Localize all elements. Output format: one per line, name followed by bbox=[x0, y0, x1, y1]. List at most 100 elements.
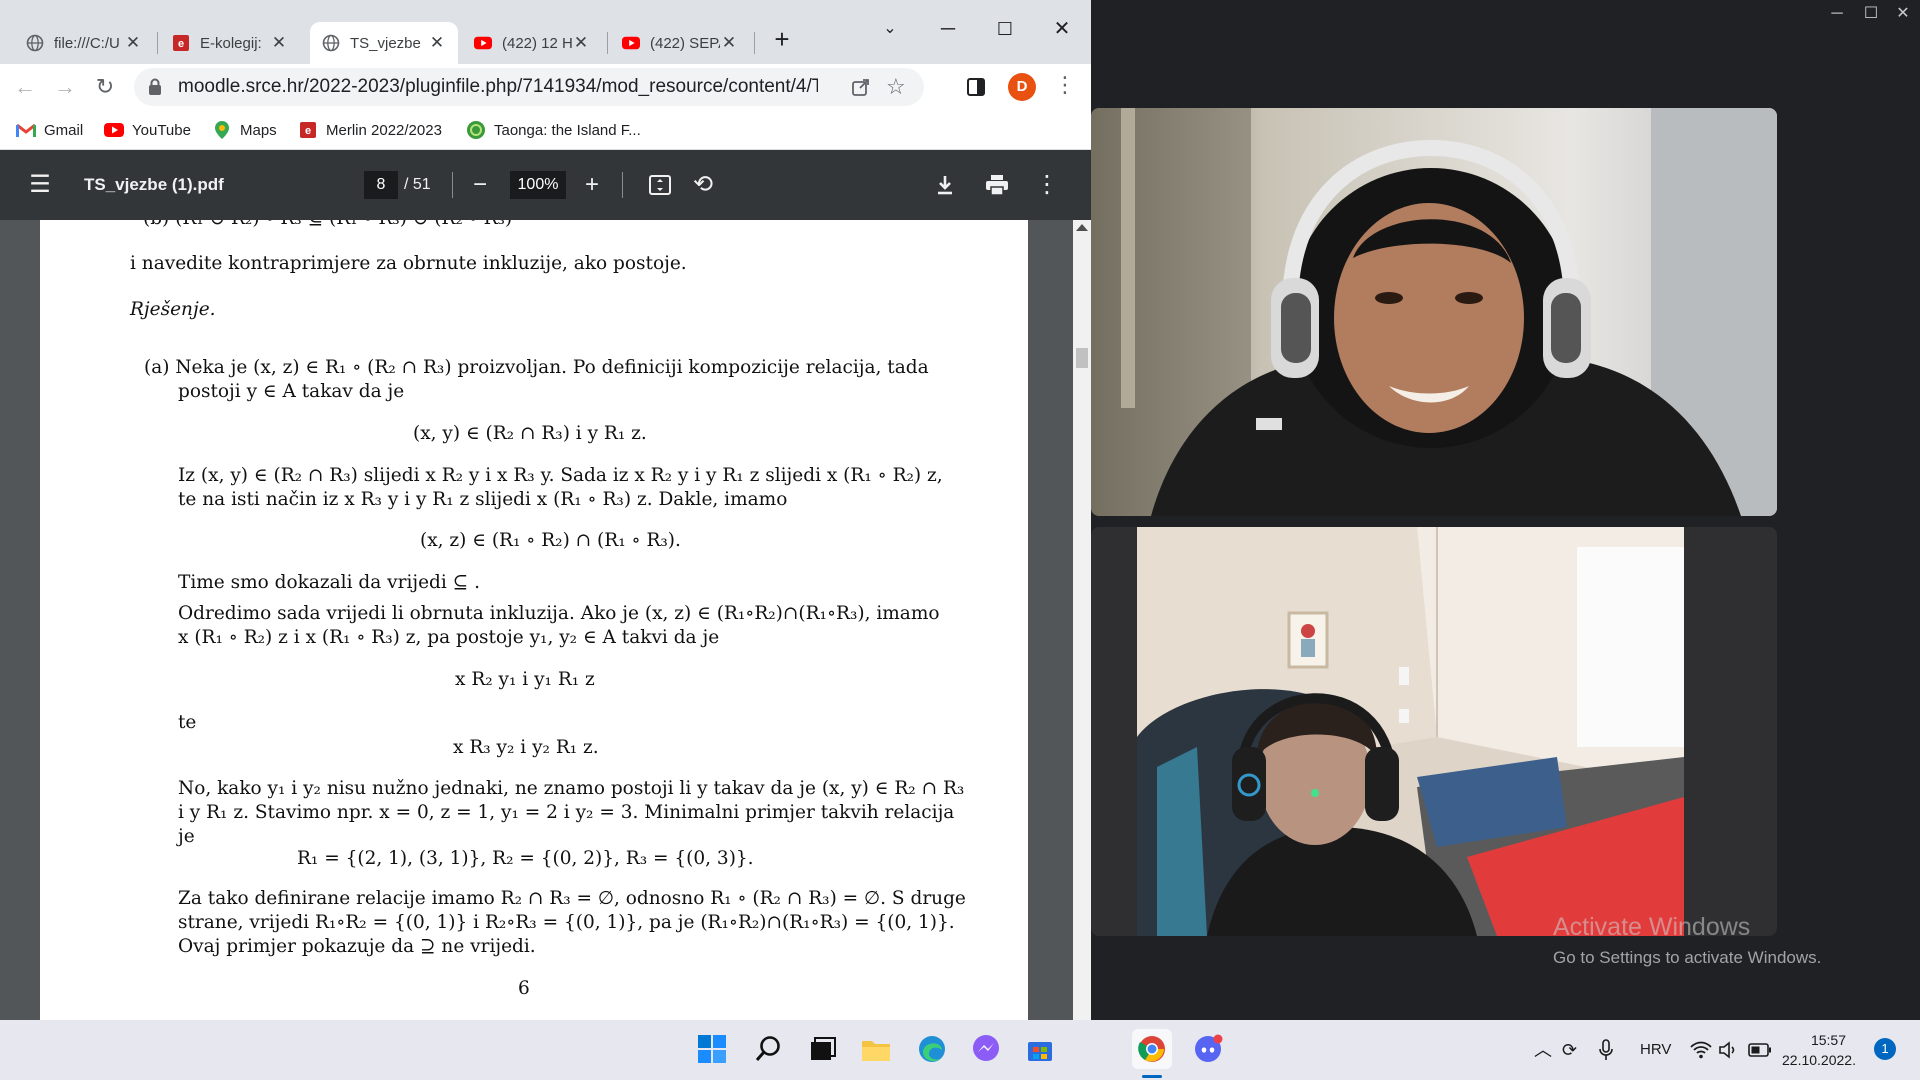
srce-logo-icon: e bbox=[172, 34, 190, 52]
text-line: x R₃ y₂ i y₂ R₁ z. bbox=[453, 737, 599, 758]
new-tab-button[interactable]: + bbox=[762, 22, 802, 56]
pdf-scrollbar[interactable] bbox=[1073, 220, 1091, 1020]
scroll-up-arrow-icon[interactable] bbox=[1076, 224, 1088, 231]
clock-time: 15:57 bbox=[1810, 1032, 1846, 1048]
more-menu-icon[interactable]: ⋮ bbox=[1054, 72, 1076, 98]
sync-icon[interactable]: ⟳ bbox=[1562, 1037, 1577, 1063]
text-line: Iz (x, y) ∈ (R₂ ∩ R₃) slijedi x R₂ y i x… bbox=[178, 465, 943, 486]
share-icon[interactable] bbox=[850, 76, 872, 103]
file-explorer-icon[interactable] bbox=[856, 1029, 896, 1069]
maps-pin-icon bbox=[212, 120, 232, 140]
tab-divider bbox=[754, 32, 755, 54]
tab-title: (422) 12 H bbox=[502, 34, 572, 52]
text-line: R₁ = {(2, 1), (3, 1)}, R₂ = {(0, 2)}, R₃… bbox=[297, 848, 754, 869]
bookmark-maps[interactable]: Maps bbox=[212, 118, 277, 142]
pdf-viewport[interactable]: (b) (R₁ ∪ R₂) ∘ R₃ ⊆ (R₁ ∘ R₃) ∪ (R₂ ∘ R… bbox=[0, 220, 1091, 1020]
browser-toolbar: ← → ↻ moodle.srce.hr/2022-2023/pluginfil… bbox=[0, 64, 1091, 110]
tab-title: E-kolegij: bbox=[200, 34, 262, 52]
text-line: x R₂ y₁ i y₁ R₁ z bbox=[455, 669, 595, 690]
search-icon[interactable] bbox=[748, 1029, 788, 1069]
messenger-icon[interactable] bbox=[966, 1029, 1006, 1069]
volume-icon[interactable] bbox=[1718, 1037, 1740, 1063]
text-line: (x, z) ∈ (R₁ ∘ R₂) ∩ (R₁ ∘ R₃). bbox=[420, 530, 681, 551]
tab-tsvjezbe[interactable]: TS_vjezbe ✕ bbox=[310, 22, 458, 64]
print-icon[interactable] bbox=[979, 167, 1015, 203]
text-line: Za tako definirane relacije imamo R₂ ∩ R… bbox=[178, 888, 966, 909]
close-window-button[interactable]: ✕ bbox=[1042, 12, 1082, 46]
fit-page-icon[interactable] bbox=[642, 167, 678, 203]
tab-search-chevron-icon[interactable]: ⌄ bbox=[870, 12, 910, 46]
reload-button[interactable]: ↻ bbox=[88, 70, 122, 104]
start-button[interactable] bbox=[692, 1029, 732, 1069]
keyboard-language[interactable]: HRV bbox=[1640, 1037, 1671, 1063]
close-icon[interactable]: ✕ bbox=[572, 34, 590, 52]
tab-strip: file:///C:/U ✕ e E-kolegij: ✕ TS_vjezbe … bbox=[0, 0, 1091, 64]
back-button[interactable]: ← bbox=[8, 70, 42, 104]
participant-video-tile[interactable] bbox=[1091, 108, 1777, 516]
microphone-icon[interactable] bbox=[1598, 1037, 1614, 1063]
minimize-button[interactable]: ─ bbox=[928, 12, 968, 46]
watermark-subtitle: Go to Settings to activate Windows. bbox=[1553, 948, 1822, 967]
profile-avatar[interactable]: D bbox=[1008, 73, 1036, 101]
bookmark-merlin[interactable]: e Merlin 2022/2023 bbox=[298, 118, 442, 142]
bookmark-taonga[interactable]: Taonga: the Island F... bbox=[466, 118, 641, 142]
forward-button[interactable]: → bbox=[48, 70, 82, 104]
edge-browser-icon[interactable] bbox=[912, 1029, 952, 1069]
menu-icon[interactable]: ☰ bbox=[22, 167, 58, 203]
close-icon[interactable]: ✕ bbox=[124, 34, 142, 52]
tab-file[interactable]: file:///C:/U ✕ bbox=[14, 22, 154, 64]
windows-logo-icon bbox=[698, 1035, 726, 1063]
side-panel-icon[interactable] bbox=[966, 77, 986, 102]
close-icon[interactable]: ✕ bbox=[270, 34, 288, 52]
svg-text:e: e bbox=[305, 125, 311, 137]
page-number-input[interactable]: 8 bbox=[364, 171, 398, 199]
microsoft-store-icon[interactable] bbox=[1020, 1029, 1060, 1069]
zoom-out-button[interactable]: − bbox=[462, 167, 498, 203]
tab-youtube-2[interactable]: (422) SEPA ✕ bbox=[610, 22, 750, 64]
lock-icon[interactable] bbox=[148, 78, 162, 101]
maximize-button[interactable]: ☐ bbox=[985, 12, 1025, 46]
youtube-icon bbox=[474, 34, 492, 52]
bookmark-label: Gmail bbox=[44, 121, 84, 139]
page-number: 6 bbox=[518, 978, 530, 999]
task-view-icon[interactable] bbox=[802, 1029, 842, 1069]
close-icon[interactable]: ✕ bbox=[720, 34, 738, 52]
minimize-button[interactable]: ─ bbox=[1822, 2, 1852, 26]
participant-video-tile[interactable] bbox=[1137, 527, 1684, 936]
text-line: postoji y ∈ A takav da je bbox=[178, 381, 405, 402]
tab-divider bbox=[157, 32, 158, 54]
text-line: te na isti način iz x R₃ y i y R₁ z slij… bbox=[178, 489, 788, 510]
taonga-icon bbox=[466, 120, 486, 140]
chrome-icon[interactable] bbox=[1132, 1029, 1172, 1069]
youtube-icon bbox=[104, 120, 124, 140]
battery-icon[interactable] bbox=[1748, 1037, 1772, 1063]
download-icon[interactable] bbox=[927, 167, 963, 203]
tab-divider bbox=[607, 32, 608, 54]
tab-title: file:///C:/U bbox=[54, 34, 120, 52]
rotate-icon[interactable]: ⟲ bbox=[685, 167, 721, 203]
bookmark-star-icon[interactable]: ☆ bbox=[886, 74, 906, 100]
text-line: (b) (R₁ ∪ R₂) ∘ R₃ ⊆ (R₁ ∘ R₃) ∪ (R₂ ∘ R… bbox=[143, 220, 512, 229]
bookmark-youtube[interactable]: YouTube bbox=[104, 118, 191, 142]
tab-youtube-1[interactable]: (422) 12 H ✕ bbox=[462, 22, 602, 64]
address-bar[interactable]: moodle.srce.hr/2022-2023/pluginfile.php/… bbox=[134, 68, 924, 106]
close-window-button[interactable]: ✕ bbox=[1888, 2, 1918, 26]
text-line: x (R₁ ∘ R₂) z i x (R₁ ∘ R₃) z, pa postoj… bbox=[178, 627, 720, 648]
bookmark-label: YouTube bbox=[132, 121, 191, 139]
wifi-icon[interactable] bbox=[1690, 1037, 1712, 1063]
bookmark-gmail[interactable]: Gmail bbox=[16, 118, 83, 142]
show-hidden-icons-chevron-icon[interactable]: ︿ bbox=[1534, 1037, 1552, 1063]
scrollbar-thumb[interactable] bbox=[1076, 348, 1088, 368]
tab-ekolegij[interactable]: e E-kolegij: ✕ bbox=[160, 22, 300, 64]
system-clock[interactable]: 15:57 22.10.2022. bbox=[1782, 1030, 1856, 1070]
youtube-icon bbox=[622, 34, 640, 52]
zoom-input[interactable]: 100% bbox=[510, 171, 566, 199]
text-line: Odredimo sada vrijedi li obrnuta inkluzi… bbox=[178, 603, 940, 624]
zoom-in-button[interactable]: + bbox=[574, 167, 610, 203]
url-text: moodle.srce.hr/2022-2023/pluginfile.php/… bbox=[178, 76, 818, 97]
more-options-icon[interactable]: ⋮ bbox=[1029, 167, 1065, 203]
maximize-button[interactable]: ☐ bbox=[1856, 2, 1886, 26]
discord-icon[interactable] bbox=[1188, 1029, 1228, 1069]
notification-badge[interactable]: 1 bbox=[1874, 1038, 1896, 1060]
close-icon[interactable]: ✕ bbox=[428, 34, 446, 52]
